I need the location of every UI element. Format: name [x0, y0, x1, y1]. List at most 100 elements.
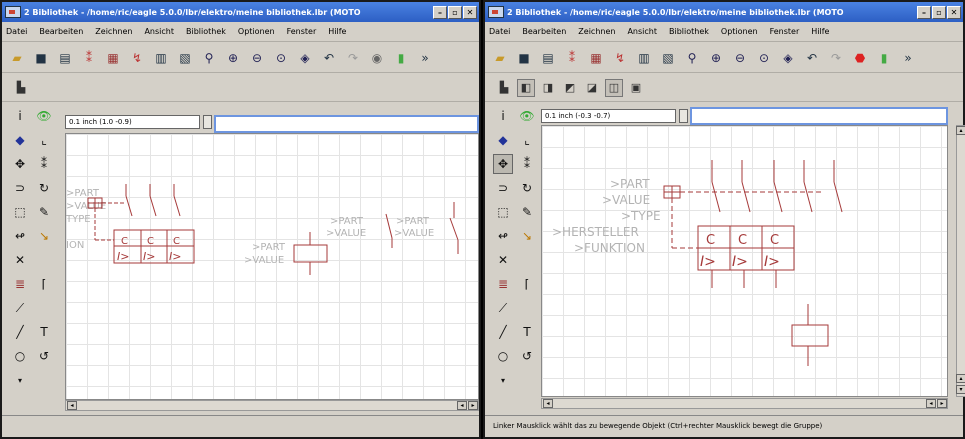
group-mode-5-icon[interactable]: ◫	[605, 78, 623, 97]
move-icon[interactable]: ✥	[493, 154, 513, 174]
open-icon[interactable]: ▰	[491, 49, 509, 67]
paste-icon[interactable]: ↫	[10, 226, 30, 246]
group-icon[interactable]: ⬚	[493, 202, 513, 222]
display-icon[interactable]: ◆	[493, 130, 513, 150]
group-mode-1-icon[interactable]: ◧	[517, 78, 535, 97]
cam-icon[interactable]: ⁑	[80, 49, 98, 67]
menu-zeichnen[interactable]: Zeichnen	[578, 27, 615, 36]
motor-protection-symbol[interactable]: C C C I> I> I>	[663, 160, 843, 288]
wire-icon[interactable]: ╱	[493, 322, 513, 342]
change-icon[interactable]: ✎	[34, 202, 54, 222]
palette-more-icon[interactable]: ▾	[493, 370, 513, 390]
info-icon[interactable]: i	[493, 106, 513, 126]
palette-more-icon[interactable]: ▾	[10, 370, 30, 390]
vertical-scrollbar[interactable]	[956, 125, 965, 397]
save-icon[interactable]: ■	[515, 49, 533, 67]
scroll-down-icon[interactable]: ▾	[956, 385, 965, 394]
close-button[interactable]: ✕	[463, 5, 477, 19]
command-line-input[interactable]	[690, 107, 948, 125]
scroll-up-icon[interactable]: ▴	[956, 126, 965, 135]
more-icon[interactable]: »	[416, 49, 434, 67]
menu-optionen[interactable]: Optionen	[721, 27, 758, 36]
menu-datei[interactable]: Datei	[489, 27, 510, 36]
arc-icon[interactable]: ↺	[34, 346, 54, 366]
scroll-up-end-icon[interactable]: ▴	[956, 374, 965, 383]
change-icon[interactable]: ✎	[517, 202, 537, 222]
wire-bend-icon[interactable]: ↘	[34, 226, 54, 246]
title-bar[interactable]: 2 Bibliothek - /home/ric/eagle 5.0.0/lbr…	[485, 2, 963, 22]
move-icon[interactable]: ✥	[10, 154, 30, 174]
scroll-left-icon[interactable]: ◂	[543, 399, 553, 408]
scroll-right-icon[interactable]: ▸	[937, 399, 947, 408]
rotate-icon[interactable]: ↻	[34, 178, 54, 198]
menu-ansicht[interactable]: Ansicht	[627, 27, 657, 36]
menu-fenster[interactable]: Fenster	[287, 27, 317, 36]
menu-bearbeiten[interactable]: Bearbeiten	[39, 27, 83, 36]
print-icon[interactable]: ▤	[539, 49, 557, 67]
undo-icon[interactable]: ↶	[320, 49, 338, 67]
menu-bibliothek[interactable]: Bibliothek	[669, 27, 709, 36]
go-icon[interactable]: ▮	[392, 49, 410, 67]
script-icon[interactable]: ▥	[152, 49, 170, 67]
delete-icon[interactable]: ✕	[10, 250, 30, 270]
minimize-button[interactable]: –	[917, 5, 931, 19]
menu-ansicht[interactable]: Ansicht	[144, 27, 174, 36]
zoom-select-icon[interactable]: ◈	[296, 49, 314, 67]
menu-bibliothek[interactable]: Bibliothek	[186, 27, 226, 36]
open-icon[interactable]: ▰	[8, 49, 26, 67]
mark-icon[interactable]: ⌞	[517, 130, 537, 150]
undo-icon[interactable]: ↶	[803, 49, 821, 67]
scroll-left-icon[interactable]: ◂	[67, 401, 77, 410]
scroll-left-end-icon[interactable]: ◂	[457, 401, 467, 410]
stop-icon[interactable]: ◉	[368, 49, 386, 67]
show-icon[interactable]: 👁	[34, 106, 54, 126]
horizontal-scrollbar[interactable]	[65, 400, 479, 411]
delete-icon[interactable]: ✕	[493, 250, 513, 270]
zoom-fit-icon[interactable]: ⚲	[200, 49, 218, 67]
drawing-canvas[interactable]: >PART >VALUE TYPE ION C C C I> I> I> >PA…	[65, 133, 479, 400]
title-bar[interactable]: 2 Bibliothek - /home/ric/eagle 5.0.0/lbr…	[2, 2, 479, 22]
zoom-in-icon[interactable]: ⊕	[224, 49, 242, 67]
schematic-icon[interactable]: ↯	[128, 49, 146, 67]
group-icon[interactable]: ⬚	[10, 202, 30, 222]
scroll-left-end-icon[interactable]: ◂	[926, 399, 936, 408]
run-icon[interactable]: ▧	[176, 49, 194, 67]
zoom-fit-icon[interactable]: ⚲	[683, 49, 701, 67]
info-icon[interactable]: i	[10, 106, 30, 126]
group-mode-3-icon[interactable]: ◩	[561, 79, 579, 97]
horizontal-scrollbar[interactable]	[541, 398, 948, 409]
circle-icon[interactable]: ○	[10, 346, 30, 366]
miter-icon[interactable]: ⌈	[34, 274, 54, 294]
zoom-redraw-icon[interactable]: ⊙	[272, 49, 290, 67]
menu-hilfe[interactable]: Hilfe	[328, 27, 346, 36]
command-line-input[interactable]	[214, 115, 479, 133]
contact-symbol-2[interactable]	[449, 202, 459, 254]
zoom-in-icon[interactable]: ⊕	[707, 49, 725, 67]
copy-icon[interactable]: ⁑	[517, 154, 537, 174]
group-mode-2-icon[interactable]: ◨	[539, 79, 557, 97]
coil-symbol[interactable]	[791, 304, 829, 366]
drawing-canvas[interactable]: >PART >VALUE >TYPE >HERSTELLER >FUNKTION	[541, 125, 948, 397]
wire-bend-icon[interactable]: ↘	[517, 226, 537, 246]
stop-icon[interactable]: ⬣	[851, 49, 869, 67]
save-icon[interactable]: ■	[32, 49, 50, 67]
zoom-select-icon[interactable]: ◈	[779, 49, 797, 67]
script-icon[interactable]: ▥	[635, 49, 653, 67]
arc-icon[interactable]: ↺	[517, 346, 537, 366]
restore-button[interactable]: ▫	[932, 5, 946, 19]
print-icon[interactable]: ▤	[56, 49, 74, 67]
board-icon[interactable]: ▦	[587, 49, 605, 67]
mirror-icon[interactable]: ⊃	[493, 178, 513, 198]
redo-icon[interactable]: ↷	[344, 49, 362, 67]
rotate-icon[interactable]: ↻	[517, 178, 537, 198]
split-icon[interactable]: ⟋	[493, 298, 513, 318]
group-mode-4-icon[interactable]: ◪	[583, 79, 601, 97]
contact-symbol-1[interactable]	[385, 213, 393, 248]
coil-symbol[interactable]	[293, 232, 328, 275]
go-icon[interactable]: ▮	[875, 49, 893, 67]
zoom-out-icon[interactable]: ⊖	[248, 49, 266, 67]
menu-datei[interactable]: Datei	[6, 27, 27, 36]
display-icon[interactable]: ◆	[10, 130, 30, 150]
pin-icon[interactable]: ≣	[10, 274, 30, 294]
schematic-icon[interactable]: ↯	[611, 49, 629, 67]
